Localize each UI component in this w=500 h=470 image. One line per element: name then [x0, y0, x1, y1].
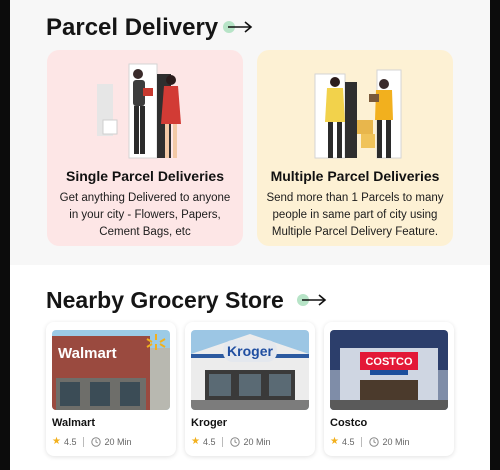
card-title: Single Parcel Deliveries [66, 168, 224, 184]
star-icon: ★ [52, 436, 61, 447]
delivery-illustration [314, 69, 402, 159]
store-sign-text: Kroger [227, 343, 273, 359]
store-eta: 20 Min [382, 436, 410, 447]
store-image: Kroger [191, 330, 309, 410]
star-icon: ★ [191, 436, 200, 447]
store-card-kroger[interactable]: Kroger Kroger ★ 4.5 20 Min [185, 322, 315, 456]
arrow-right-icon[interactable] [296, 292, 328, 308]
store-rating: 4.5 [63, 436, 77, 447]
star-icon: ★ [330, 436, 339, 447]
divider [222, 436, 224, 447]
multiple-parcel-card[interactable]: Multiple Parcel Deliveries Send more tha… [257, 50, 453, 246]
card-description: Get anything Delivered to anyone in your… [59, 192, 231, 238]
store-image: Walmart [52, 330, 170, 410]
single-parcel-card[interactable]: Single Parcel Deliveries Get anything De… [47, 50, 243, 246]
store-name: Walmart [52, 417, 95, 429]
store-eta: 20 Min [104, 436, 132, 447]
divider [83, 436, 85, 447]
store-name: Costco [330, 417, 368, 429]
card-title: Multiple Parcel Deliveries [270, 168, 440, 184]
store-rating: 4.5 [202, 436, 216, 447]
parcel-section: Parcel Delivery Single Parcel Deliveries… [10, 0, 490, 265]
store-image: COSTCO [330, 330, 448, 410]
store-rating: 4.5 [341, 436, 355, 447]
store-card-costco[interactable]: COSTCO Costco ★ 4.5 20 Min [324, 322, 454, 456]
divider [361, 436, 363, 447]
section-title-nearby-grocery: Nearby Grocery Store [46, 287, 284, 313]
store-meta: ★ 4.5 20 Min [330, 436, 410, 447]
delivery-illustration [97, 63, 181, 159]
card-description: Send more than 1 Parcels to many people … [266, 192, 444, 238]
store-eta: 20 Min [243, 436, 271, 447]
arrow-right-icon[interactable] [222, 19, 254, 35]
clock-icon [91, 436, 102, 447]
clock-icon [230, 436, 241, 447]
store-name: Kroger [191, 417, 228, 429]
section-title-parcel-delivery: Parcel Delivery [46, 14, 219, 41]
clock-icon [369, 436, 380, 447]
store-meta: ★ 4.5 20 Min [52, 436, 132, 447]
store-sign-text: COSTCO [365, 356, 413, 368]
store-sign-text: Walmart [58, 345, 117, 362]
store-meta: ★ 4.5 20 Min [191, 436, 271, 447]
app-screen: Parcel Delivery Single Parcel Deliveries… [10, 0, 490, 470]
store-card-walmart[interactable]: Walmart Walmart ★ 4.5 20 Min [46, 322, 176, 456]
